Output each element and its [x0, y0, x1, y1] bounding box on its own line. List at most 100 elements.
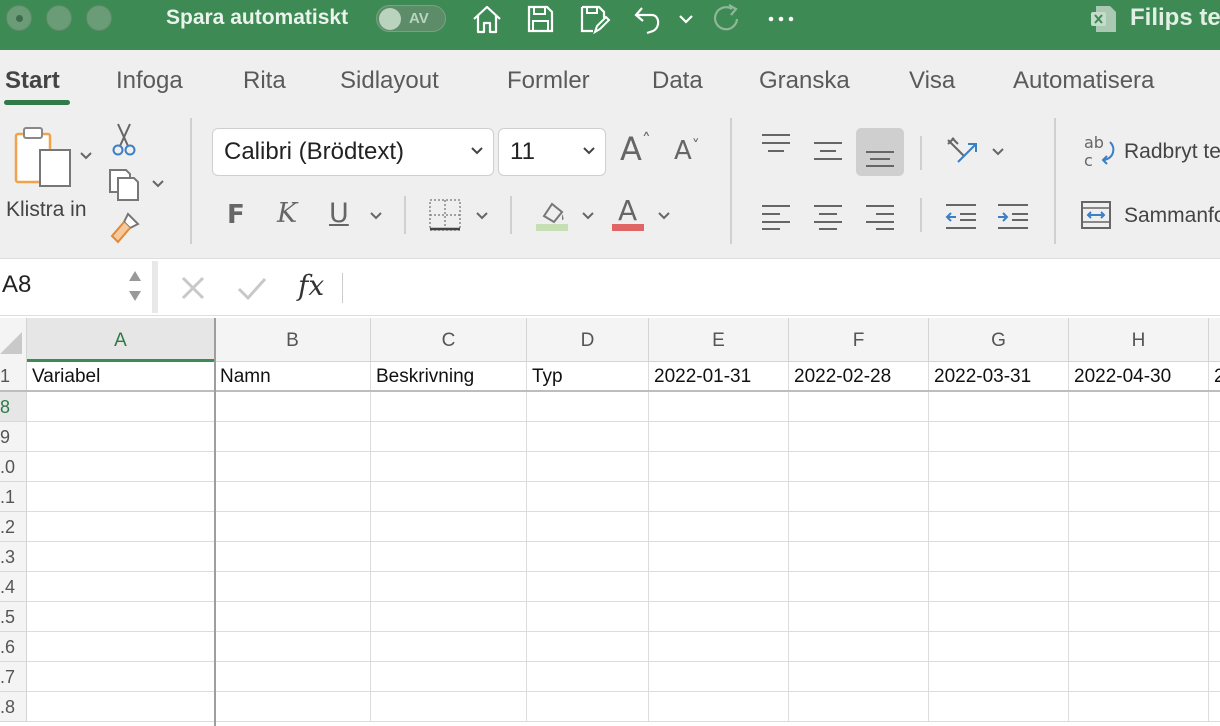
column-header-a[interactable]: A — [27, 318, 215, 362]
cell-c16[interactable] — [371, 632, 527, 661]
cell-f16[interactable] — [789, 632, 929, 661]
cell-c12[interactable] — [371, 512, 527, 541]
cell-a12[interactable] — [27, 512, 215, 541]
cell-a14[interactable] — [27, 572, 215, 601]
cell-h11[interactable] — [1069, 482, 1209, 511]
cell-g13[interactable] — [929, 542, 1069, 571]
cell-a17[interactable] — [27, 662, 215, 691]
cell-b11[interactable] — [215, 482, 371, 511]
cell-e16[interactable] — [649, 632, 789, 661]
save-as-icon[interactable] — [577, 2, 611, 36]
row-header-12[interactable]: .2 — [0, 512, 27, 542]
row-header-14[interactable]: .4 — [0, 572, 27, 602]
cell-e14[interactable] — [649, 572, 789, 601]
cell-i15[interactable] — [1209, 602, 1220, 631]
copy-dropdown-icon[interactable] — [150, 176, 166, 192]
cell-g11[interactable] — [929, 482, 1069, 511]
cell-h8[interactable] — [1069, 392, 1209, 421]
tab-visa[interactable]: Visa — [909, 67, 955, 95]
tab-rita[interactable]: Rita — [243, 67, 286, 95]
cell-h14[interactable] — [1069, 572, 1209, 601]
cell-d11[interactable] — [527, 482, 649, 511]
cell-d18[interactable] — [527, 692, 649, 721]
cell-a16[interactable] — [27, 632, 215, 661]
cell-c15[interactable] — [371, 602, 527, 631]
align-right-icon[interactable] — [864, 202, 896, 230]
wrap-text-button[interactable]: Radbryt te — [1124, 140, 1220, 164]
tab-infoga[interactable]: Infoga — [116, 67, 183, 95]
row-header-13[interactable]: .3 — [0, 542, 27, 572]
cell-b1[interactable]: Namn — [215, 362, 371, 391]
cell-c13[interactable] — [371, 542, 527, 571]
cell-d13[interactable] — [527, 542, 649, 571]
cell-g8[interactable] — [929, 392, 1069, 421]
cell-g15[interactable] — [929, 602, 1069, 631]
paste-icon[interactable] — [12, 126, 74, 190]
underline-dropdown-icon[interactable] — [368, 208, 384, 224]
cell-h13[interactable] — [1069, 542, 1209, 571]
cell-c8[interactable] — [371, 392, 527, 421]
cell-i1[interactable]: 2 — [1209, 362, 1220, 391]
cell-a13[interactable] — [27, 542, 215, 571]
row-header-18[interactable]: .8 — [0, 692, 27, 722]
cancel-icon[interactable] — [178, 273, 208, 303]
cell-f18[interactable] — [789, 692, 929, 721]
row-header-9[interactable]: 9 — [0, 422, 27, 452]
borders-icon[interactable] — [428, 198, 462, 232]
font-color-icon[interactable]: A — [610, 194, 646, 232]
fill-color-icon[interactable] — [534, 196, 570, 232]
align-center-icon[interactable] — [812, 202, 844, 230]
formula-input[interactable] — [356, 265, 1206, 309]
row-header-15[interactable]: .5 — [0, 602, 27, 632]
undo-icon[interactable] — [632, 2, 666, 36]
cell-f9[interactable] — [789, 422, 929, 451]
cell-c14[interactable] — [371, 572, 527, 601]
cell-g10[interactable] — [929, 452, 1069, 481]
cell-g9[interactable] — [929, 422, 1069, 451]
cell-a15[interactable] — [27, 602, 215, 631]
name-box-stepper-icon[interactable] — [126, 267, 144, 305]
cell-f10[interactable] — [789, 452, 929, 481]
zoom-window-button[interactable] — [86, 5, 112, 31]
cell-b15[interactable] — [215, 602, 371, 631]
cell-d12[interactable] — [527, 512, 649, 541]
cell-d14[interactable] — [527, 572, 649, 601]
cell-f12[interactable] — [789, 512, 929, 541]
save-icon[interactable] — [523, 2, 557, 36]
cell-g16[interactable] — [929, 632, 1069, 661]
orientation-dropdown-icon[interactable] — [990, 144, 1006, 160]
cell-c18[interactable] — [371, 692, 527, 721]
undo-dropdown-icon[interactable] — [676, 2, 696, 36]
column-header-i[interactable] — [1209, 318, 1220, 362]
cell-b17[interactable] — [215, 662, 371, 691]
confirm-icon[interactable] — [236, 273, 268, 303]
cell-f13[interactable] — [789, 542, 929, 571]
cell-g17[interactable] — [929, 662, 1069, 691]
cell-g14[interactable] — [929, 572, 1069, 601]
underline-button[interactable]: U — [329, 198, 349, 229]
more-icon[interactable] — [764, 2, 798, 36]
decrease-indent-icon[interactable] — [944, 202, 978, 230]
minimize-window-button[interactable] — [46, 5, 72, 31]
cell-h1[interactable]: 2022-04-30 — [1069, 362, 1209, 391]
cell-b13[interactable] — [215, 542, 371, 571]
column-header-b[interactable]: B — [215, 318, 371, 362]
cell-e15[interactable] — [649, 602, 789, 631]
tab-granska[interactable]: Granska — [759, 67, 850, 95]
align-middle-icon[interactable] — [812, 138, 844, 164]
cell-b9[interactable] — [215, 422, 371, 451]
cell-a8[interactable] — [27, 392, 215, 421]
cell-c1[interactable]: Beskrivning — [371, 362, 527, 391]
cell-h17[interactable] — [1069, 662, 1209, 691]
paste-dropdown-icon[interactable] — [78, 148, 94, 164]
cell-h15[interactable] — [1069, 602, 1209, 631]
font-name-select[interactable]: Calibri (Brödtext) — [212, 128, 494, 176]
cell-i13[interactable] — [1209, 542, 1220, 571]
cell-e12[interactable] — [649, 512, 789, 541]
cell-d1[interactable]: Typ — [527, 362, 649, 391]
bold-button[interactable]: F — [227, 200, 245, 230]
column-header-g[interactable]: G — [929, 318, 1069, 362]
cell-a18[interactable] — [27, 692, 215, 721]
cell-d10[interactable] — [527, 452, 649, 481]
cell-e17[interactable] — [649, 662, 789, 691]
